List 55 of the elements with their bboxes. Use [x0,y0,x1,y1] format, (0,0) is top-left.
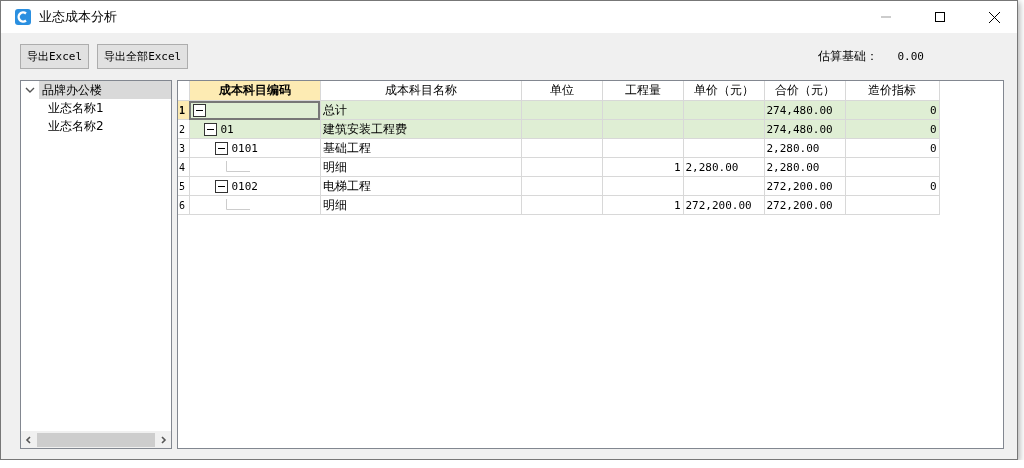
row-number: 4 [178,157,189,177]
row-number: 6 [178,195,189,215]
row-number: 2 [178,119,189,139]
cost-code: 0102 [231,179,258,193]
cell-value: 2,280.00 [766,142,820,155]
collapse-icon[interactable] [192,103,206,117]
horizontal-scrollbar[interactable] [21,431,171,448]
cost-name: 电梯工程 [322,178,371,193]
cell-value: 2,280.00 [685,161,739,174]
tree-item[interactable]: 业态名称1 [45,99,107,117]
column-header[interactable]: 合价（元） [764,81,845,101]
tree-item[interactable]: 业态名称2 [45,117,107,135]
column-header[interactable]: 成本科目编码 [189,81,320,101]
export-button[interactable]: 导出全部Excel [97,44,189,69]
cell-value: 0 [929,180,937,193]
row-number: 1 [178,100,189,120]
cell-value: 272,200.00 [766,199,833,212]
cell-value: 274,480.00 [766,104,833,117]
tree-item[interactable]: 品牌办公楼 [39,81,171,99]
cost-name: 明细 [322,159,347,174]
chevron-icon[interactable] [25,85,35,95]
cell-value: 0 [929,123,937,136]
column-header[interactable]: 成本科目名称 [320,81,521,101]
cell-value: 1 [673,161,681,174]
cell-value: 274,480.00 [766,123,833,136]
collapse-icon[interactable] [214,141,228,155]
cost-name: 明细 [322,197,347,212]
column-header[interactable]: 造价指标 [845,81,939,101]
window-title: 业态成本分析 [39,8,118,26]
maximize-icon [935,12,945,22]
cell-value: 272,200.00 [766,180,833,193]
cost-code: 0101 [231,141,258,155]
column-header[interactable]: 工程量 [602,81,683,101]
column-header[interactable]: 单价（元） [683,81,764,101]
cost-name: 基础工程 [322,140,371,155]
row-number: 5 [178,176,189,196]
row-number: 3 [178,138,189,158]
collapse-icon[interactable] [214,179,228,193]
tree-line [225,199,250,211]
cost-name: 总计 [322,102,347,117]
cost-name: 建筑安装工程费 [322,121,407,136]
estimate-label: 估算基础： [817,48,878,65]
estimate-value: 0.00 [897,50,924,63]
cell-value: 2,280.00 [766,161,820,174]
close-icon [988,11,1000,23]
app-logo-icon [15,9,31,25]
cell-value: 1 [673,199,681,212]
tree-line [225,161,250,173]
collapse-icon[interactable] [203,122,217,136]
export-button[interactable]: 导出Excel [20,44,90,69]
cost-code: 01 [220,122,234,136]
cell-value: 0 [929,142,937,155]
cell-value: 272,200.00 [685,199,752,212]
column-header[interactable]: 单位 [521,81,602,101]
cell-value: 0 [929,104,937,117]
